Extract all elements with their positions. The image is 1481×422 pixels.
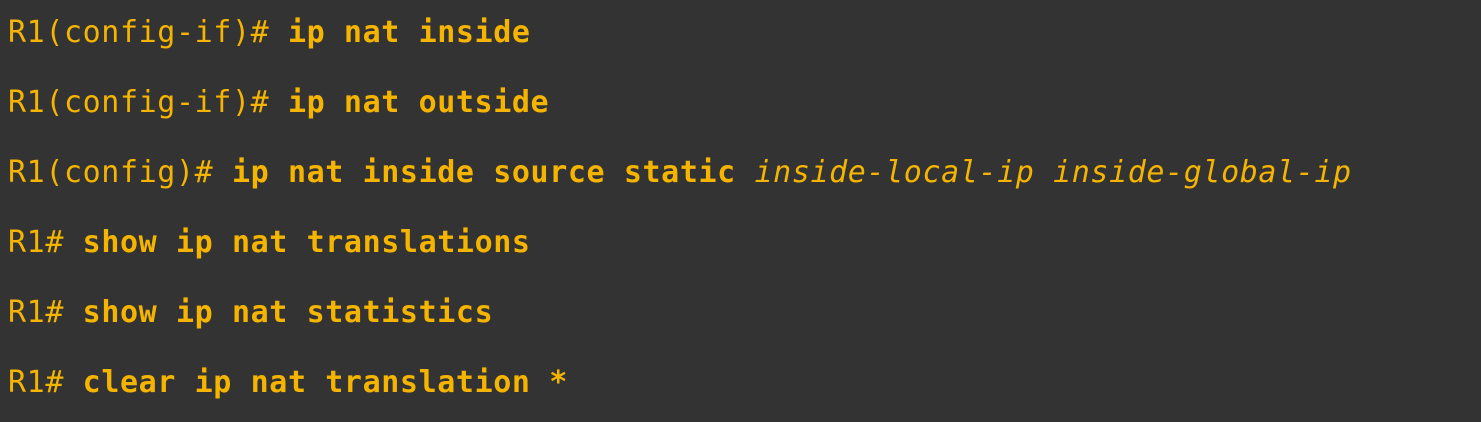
cli-command: clear ip nat translation * bbox=[82, 365, 568, 400]
cli-command: ip nat inside bbox=[287, 15, 531, 50]
command-line-static-nat: R1(config)# ip nat inside source static … bbox=[8, 153, 1352, 193]
cli-prompt: R1(config)# bbox=[8, 155, 214, 190]
cli-command: show ip nat translations bbox=[82, 225, 531, 260]
cli-prompt: R1# bbox=[8, 295, 64, 330]
cli-command: show ip nat statistics bbox=[82, 295, 494, 330]
command-line-ip-nat-outside: R1(config-if)# ip nat outside bbox=[8, 83, 549, 123]
command-line-clear-translation: R1# clear ip nat translation * bbox=[8, 363, 568, 403]
cli-prompt: R1(config-if)# bbox=[8, 15, 270, 50]
cli-argument-inside-local-ip: inside-local-ip bbox=[754, 155, 1035, 190]
cli-prompt: R1# bbox=[8, 225, 64, 260]
cli-argument-inside-global-ip: inside-global-ip bbox=[1053, 155, 1352, 190]
cli-command-panel: R1(config-if)# ip nat inside R1(config-i… bbox=[0, 0, 1481, 422]
command-line-show-statistics: R1# show ip nat statistics bbox=[8, 293, 493, 333]
cli-command: ip nat inside source static bbox=[231, 155, 736, 190]
command-line-ip-nat-inside: R1(config-if)# ip nat inside bbox=[8, 13, 531, 53]
cli-prompt: R1(config-if)# bbox=[8, 85, 270, 120]
command-line-show-translations: R1# show ip nat translations bbox=[8, 223, 531, 263]
cli-prompt: R1# bbox=[8, 365, 64, 400]
cli-command: ip nat outside bbox=[287, 85, 550, 120]
